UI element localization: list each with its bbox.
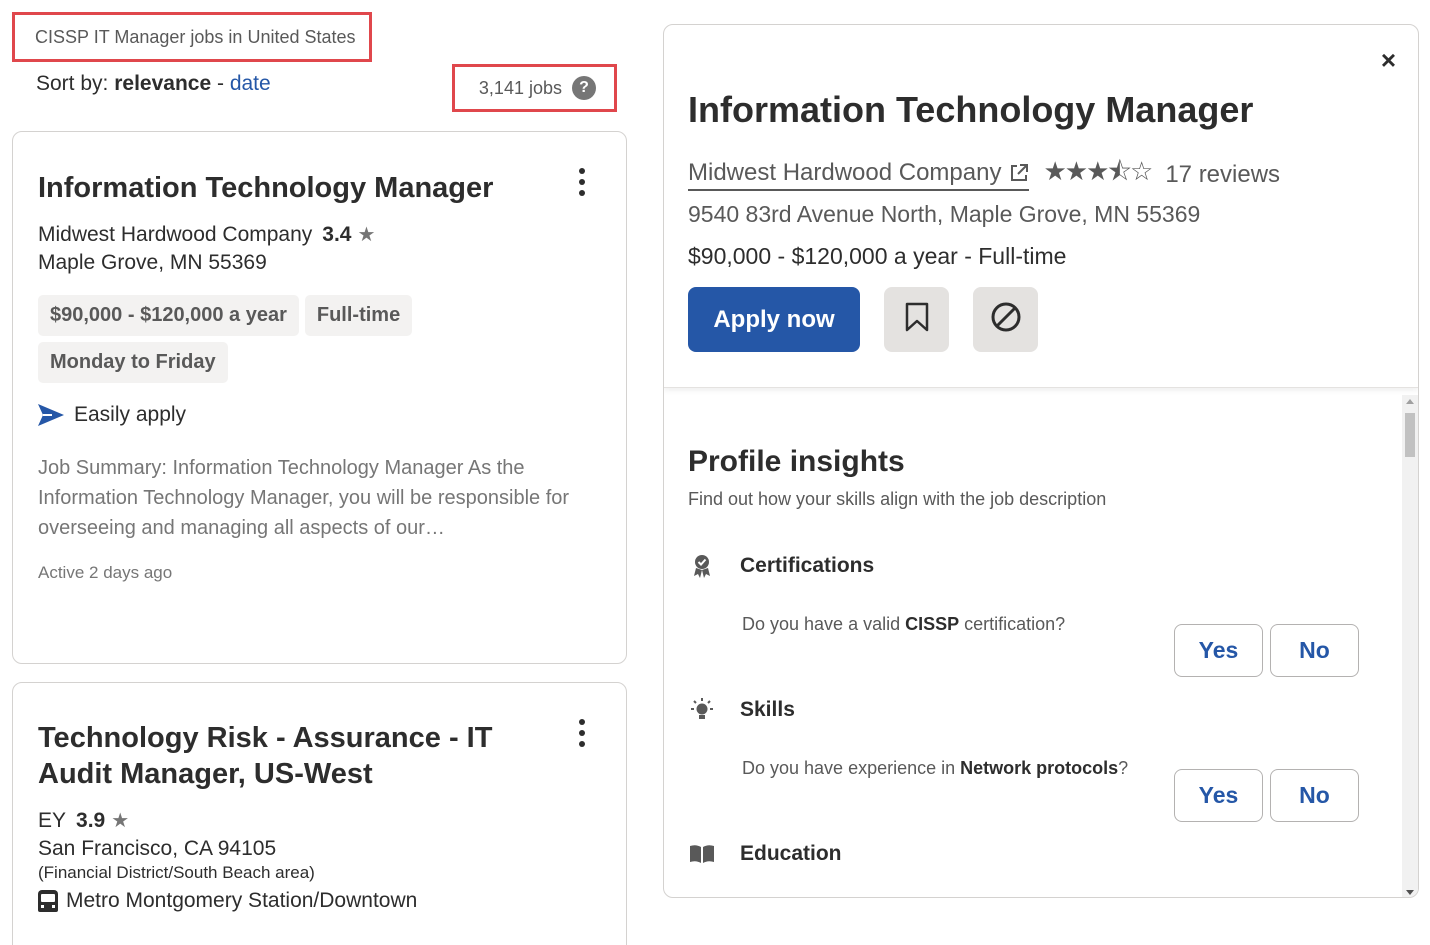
sort-label: Sort by: [36,72,109,95]
sort-date-link[interactable]: date [230,72,271,95]
save-job-button[interactable] [884,287,949,352]
scroll-up-arrow-icon[interactable] [1406,399,1414,404]
job-title[interactable]: Information Technology Manager [38,170,518,206]
insight-skills: Skills [688,697,795,723]
job-card-it-manager[interactable]: Information Technology Manager Midwest H… [12,131,627,664]
more-options-icon[interactable] [578,719,586,747]
transit-info: Metro Montgomery Station/Downtown [38,889,601,913]
bus-icon [38,890,58,912]
close-icon[interactable]: × [1381,45,1396,76]
paper-plane-icon [38,404,64,426]
company-line: EY 3.9 ★ [38,808,601,833]
reviews-link[interactable]: 17 reviews [1165,161,1280,189]
not-interested-icon [990,301,1022,338]
salary-tag: $90,000 - $120,000 a year [38,295,299,336]
question-text: Do you have a valid [742,614,906,634]
job-card-it-audit-manager[interactable]: Technology Risk - Assurance - IT Audit M… [12,682,627,945]
insights-title: Profile insights [688,445,905,478]
sort-bar: Sort by: relevance - date [36,72,271,96]
insight-certifications: Certifications [688,553,874,579]
question-text: Do you have experience in [742,758,961,778]
question-text-end: ? [1118,758,1129,778]
job-detail-header: × Information Technology Manager Midwest… [664,25,1418,388]
certification-no-button[interactable]: No [1270,624,1359,677]
book-icon [688,844,716,864]
company-line: Midwest Hardwood Company 3.4 ★ [38,222,601,247]
detail-job-title: Information Technology Manager [688,89,1254,130]
active-date: Active 2 days ago [38,563,173,582]
scroll-down-arrow-icon[interactable] [1406,890,1414,895]
sort-separator: - [216,72,224,95]
skills-question: Do you have experience in Network protoc… [742,758,1128,779]
star-icon: ★ [111,810,130,832]
search-results-heading: CISSP IT Manager jobs in United States [12,12,372,62]
transit-label: Metro Montgomery Station/Downtown [66,889,418,912]
job-location: Maple Grove, MN 55369 [38,251,267,274]
insight-section-name: Skills [740,698,795,721]
apply-now-button[interactable]: Apply now [688,287,860,352]
insight-section-name: Certifications [740,554,875,577]
insight-education: Education [688,842,842,866]
more-options-icon[interactable] [578,168,586,196]
job-detail-panel: × Information Technology Manager Midwest… [663,24,1419,898]
detail-company-name: Midwest Hardwood Company [688,159,1002,186]
question-text-end: certification? [959,614,1066,634]
profile-insights: Profile insights Find out how your skill… [664,389,1404,897]
detail-salary: $90,000 - $120,000 a year - Full-time [688,243,1067,269]
job-tags: $90,000 - $120,000 a year Full-time Mond… [38,295,478,383]
bookmark-icon [905,302,929,337]
help-icon[interactable]: ? [572,76,596,100]
insights-subtitle: Find out how your skills align with the … [688,489,1107,509]
lightbulb-icon [688,697,716,723]
company-name: EY [38,808,67,832]
detail-address: 9540 83rd Avenue North, Maple Grove, MN … [688,201,1201,227]
star-icon: ★ [357,224,376,246]
external-link-icon [1009,163,1029,183]
easy-apply-label: Easily apply [74,403,187,426]
certification-question: Do you have a valid CISSP certification? [742,614,1065,635]
skills-no-button[interactable]: No [1270,769,1359,822]
insight-section-name: Education [740,842,842,865]
job-title[interactable]: Technology Risk - Assurance - IT Audit M… [38,720,518,792]
job-location-area: (Financial District/South Beach area) [38,863,315,882]
job-snippet: Job Summary: Information Technology Mana… [38,457,570,539]
not-interested-button[interactable] [973,287,1038,352]
question-keyword: CISSP [905,614,960,634]
detail-company-link[interactable]: Midwest Hardwood Company [688,159,1030,191]
job-location: San Francisco, CA 94105 [38,837,277,860]
scrollbar-thumb[interactable] [1405,413,1415,457]
job-count: 3,141 jobs ? [452,64,617,112]
company-rating: 3.4 [322,222,352,246]
company-rating: 3.9 [76,808,106,832]
detail-company-row: Midwest Hardwood Company ★★★⯪☆ 17 review… [688,153,1280,197]
question-keyword: Network protocols [960,758,1119,778]
easy-apply: Easily apply [38,403,601,427]
sort-relevance: relevance [114,72,212,95]
schedule-tag: Monday to Friday [38,342,228,383]
skills-yes-button[interactable]: Yes [1174,769,1263,822]
company-name: Midwest Hardwood Company [38,222,313,246]
award-badge-icon [688,553,716,579]
star-rating-icon[interactable]: ★★★⯪☆ [1043,153,1153,197]
job-count-text: 3,141 jobs [478,77,562,98]
certification-yes-button[interactable]: Yes [1174,624,1263,677]
detail-scrollbar[interactable] [1402,395,1418,897]
job-type-tag: Full-time [304,295,413,336]
